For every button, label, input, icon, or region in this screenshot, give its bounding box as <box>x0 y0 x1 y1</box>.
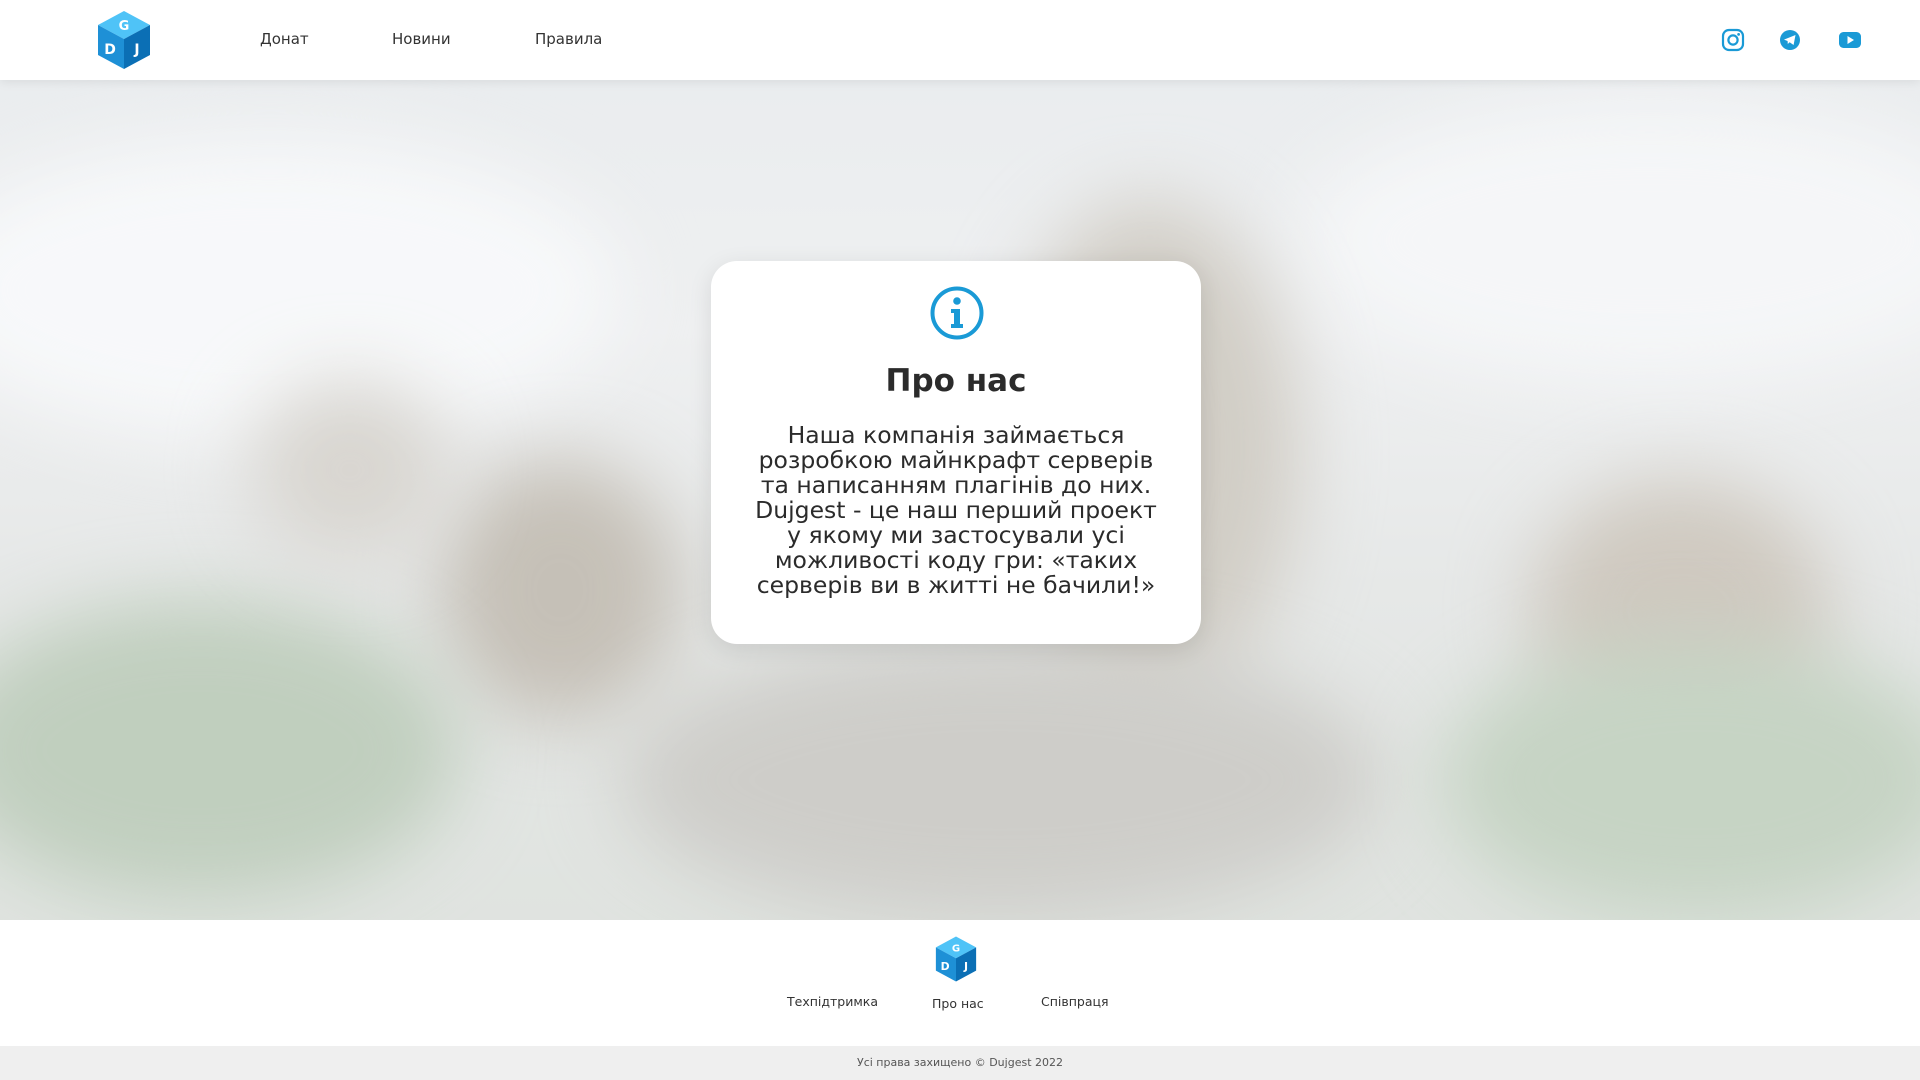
hero-background: Про нас Наша компанія займається розробк… <box>0 80 1920 920</box>
instagram-icon[interactable] <box>1720 27 1746 53</box>
nav-news-link[interactable]: Новини <box>392 30 451 48</box>
svg-text:D: D <box>104 42 116 58</box>
nav-donate-link[interactable]: Донат <box>260 30 309 48</box>
svg-text:G: G <box>952 943 960 954</box>
info-icon <box>930 286 984 340</box>
about-title: Про нас <box>885 363 1027 399</box>
about-text: Наша компанія займається розробкою майнк… <box>755 421 1157 599</box>
footer-partnership-link[interactable]: Співпраця <box>1041 994 1109 1009</box>
site-header: G D J Донат Новини Правила <box>0 0 1920 80</box>
footer-support-link[interactable]: Техпідтримка <box>787 994 878 1009</box>
copyright-text: Усі права захищено © Dujgest 2022 <box>856 1056 1063 1069</box>
site-footer: G D J Техпідтримка Про нас Співпраця <box>0 920 1920 1046</box>
nav-rules-link[interactable]: Правила <box>535 30 602 48</box>
svg-text:J: J <box>133 42 139 58</box>
footer-about-link[interactable]: Про нас <box>932 996 984 1011</box>
telegram-icon[interactable] <box>1777 27 1803 53</box>
svg-text:D: D <box>941 960 950 973</box>
copyright-bar: Усі права захищено © Dujgest 2022 <box>0 1046 1920 1080</box>
youtube-icon[interactable] <box>1837 27 1863 53</box>
svg-text:J: J <box>963 960 968 973</box>
svg-text:G: G <box>119 19 130 34</box>
footer-logo-icon[interactable]: G D J <box>934 935 978 983</box>
logo-icon[interactable]: G D J <box>96 9 152 71</box>
about-card: Про нас Наша компанія займається розробк… <box>711 261 1201 644</box>
